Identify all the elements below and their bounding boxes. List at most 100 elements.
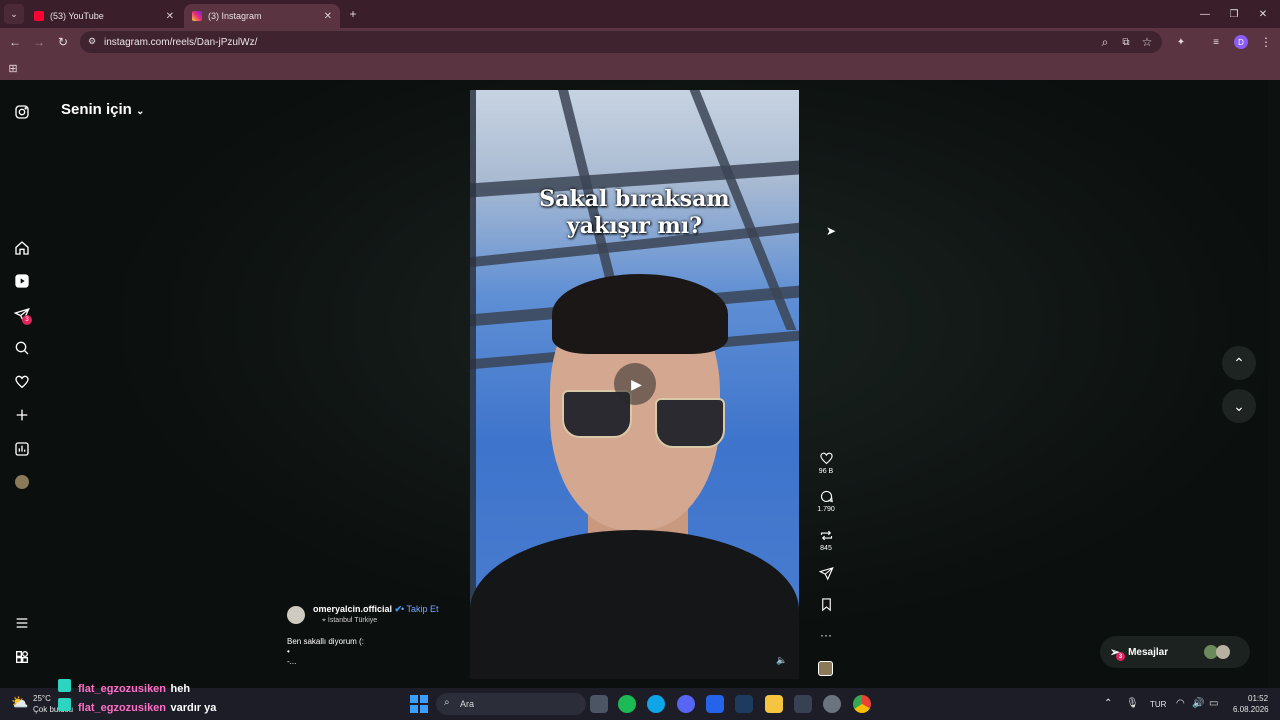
person-shirt bbox=[470, 530, 799, 679]
feed-label: Senin için bbox=[61, 101, 132, 118]
reels-icon[interactable] bbox=[12, 271, 32, 291]
also-from-meta-icon[interactable] bbox=[12, 647, 32, 667]
chevron-down-icon: ⌄ bbox=[136, 106, 145, 117]
tab-label: (3) Instagram bbox=[208, 11, 262, 21]
media-control-icon[interactable]: ≡ bbox=[1206, 32, 1226, 52]
window-close-icon[interactable]: ✕ bbox=[1253, 4, 1273, 24]
extensions-icon[interactable]: ✦ bbox=[1171, 32, 1191, 52]
forward-icon[interactable]: → bbox=[29, 32, 49, 52]
previous-reel-button[interactable]: ⌃ bbox=[1222, 346, 1256, 380]
reel-video[interactable]: Sakal bıraksam yakışır mı? ▶ 🔈 bbox=[470, 90, 799, 679]
home-icon[interactable] bbox=[12, 238, 32, 258]
battery-icon[interactable]: ▭ bbox=[1209, 698, 1218, 709]
user-avatar[interactable] bbox=[287, 606, 305, 624]
volume-icon[interactable]: 🔈 bbox=[776, 655, 787, 666]
tab-youtube[interactable]: (53) YouTube ✕ bbox=[26, 4, 182, 28]
clock-time[interactable]: 01:52 bbox=[1248, 694, 1268, 703]
tab-search-icon[interactable]: ⌄ bbox=[4, 4, 24, 24]
bookmarks-bar bbox=[0, 56, 1280, 80]
install-app-icon[interactable]: ⧉ bbox=[1116, 32, 1136, 52]
share-icon bbox=[818, 566, 834, 581]
apps-grid-icon[interactable]: ⊞ bbox=[3, 58, 23, 78]
caption-line: Sakal bıraksam bbox=[539, 186, 730, 212]
scrollbar[interactable] bbox=[1268, 80, 1280, 688]
spotify-icon[interactable] bbox=[618, 695, 636, 713]
address-bar[interactable]: ⚙ instagram.com/reels/Dan-jPzulWz/ bbox=[80, 31, 1162, 53]
direct-messages-icon: ➢ 3 bbox=[1110, 645, 1125, 661]
new-tab-icon[interactable]: + bbox=[343, 4, 363, 24]
windows-start-icon[interactable] bbox=[410, 695, 428, 713]
follow-button[interactable]: • Takip Et bbox=[401, 604, 439, 614]
person-hair bbox=[552, 274, 728, 354]
search-placeholder: Ara bbox=[460, 699, 475, 709]
like-button[interactable]: 96 B bbox=[812, 451, 840, 475]
username: omeryalcin.official bbox=[313, 604, 393, 614]
messages-button[interactable]: ➢ 3 Mesajlar bbox=[1100, 636, 1250, 668]
direct-messages-icon[interactable]: 3 bbox=[12, 305, 32, 325]
chat-message: flat_egzozusiken vardır ya bbox=[78, 698, 216, 716]
chrome-icon[interactable] bbox=[853, 695, 871, 713]
menu-icon[interactable]: ⋮ bbox=[1256, 32, 1276, 52]
back-icon[interactable]: ← bbox=[5, 32, 25, 52]
location-text: İstanbul Türkiye bbox=[327, 617, 378, 624]
steam-icon[interactable] bbox=[735, 695, 753, 713]
chat-text: heh bbox=[170, 683, 191, 695]
reload-icon[interactable]: ↻ bbox=[53, 32, 73, 52]
language-indicator[interactable]: TUR bbox=[1150, 700, 1166, 709]
tab-label: (53) YouTube bbox=[50, 11, 104, 21]
bookmark-star-icon[interactable]: ☆ bbox=[1137, 32, 1157, 52]
heart-icon[interactable] bbox=[12, 372, 32, 392]
taskbar-search[interactable]: ⌕ Ara bbox=[436, 693, 586, 715]
youtube-icon bbox=[34, 11, 44, 21]
profile-avatar[interactable] bbox=[15, 475, 29, 489]
close-icon[interactable]: ✕ bbox=[324, 11, 332, 22]
profile-avatar[interactable]: D bbox=[1234, 35, 1248, 49]
file-explorer-icon[interactable] bbox=[765, 695, 783, 713]
save-button[interactable] bbox=[812, 597, 840, 612]
instagram-logo-icon[interactable] bbox=[12, 102, 32, 122]
search-icon[interactable] bbox=[12, 338, 32, 358]
sunglasses-lens-right bbox=[655, 398, 725, 448]
description-line: • bbox=[287, 647, 290, 656]
chevron-up-icon[interactable]: ⌃ bbox=[1104, 698, 1112, 709]
create-plus-icon[interactable] bbox=[12, 405, 32, 425]
weather-icon[interactable]: ⛅ bbox=[11, 694, 28, 711]
contact-avatar bbox=[1216, 645, 1230, 659]
minimize-icon[interactable]: — bbox=[1195, 4, 1215, 24]
repost-button[interactable]: 845 bbox=[812, 528, 840, 552]
location-tag[interactable]: ⌖ İstanbul Türkiye bbox=[322, 617, 377, 625]
comment-button[interactable]: 1.790 bbox=[812, 489, 840, 513]
close-icon[interactable]: ✕ bbox=[166, 11, 174, 22]
audio-thumbnail[interactable] bbox=[818, 661, 833, 676]
description-line: -... bbox=[287, 657, 297, 666]
chat-username: flat_egzozusiken bbox=[78, 683, 167, 695]
share-button[interactable] bbox=[812, 566, 840, 581]
more-options-icon[interactable]: ··· bbox=[812, 628, 840, 642]
microsoft-store-icon[interactable] bbox=[794, 695, 812, 713]
play-button[interactable]: ▶ bbox=[614, 363, 656, 405]
username-link[interactable]: omeryalcin.official ✔ bbox=[313, 604, 402, 615]
volume-icon[interactable]: 🔊 bbox=[1192, 698, 1204, 709]
dashboard-icon[interactable] bbox=[12, 439, 32, 459]
next-reel-button[interactable]: ⌄ bbox=[1222, 389, 1256, 423]
app-icon[interactable] bbox=[823, 695, 841, 713]
tab-instagram[interactable]: (3) Instagram ✕ bbox=[184, 4, 340, 28]
feed-selector[interactable]: Senin için ⌄ bbox=[61, 101, 144, 118]
wifi-icon[interactable]: ◠ bbox=[1176, 698, 1185, 709]
clock-date[interactable]: 6.08.2026 bbox=[1233, 705, 1269, 714]
restore-icon[interactable]: ❐ bbox=[1224, 4, 1244, 24]
site-info-icon[interactable]: ⚙ bbox=[88, 36, 96, 47]
play-icon: ▶ bbox=[631, 375, 642, 392]
video-caption: Sakal bıraksam yakışır mı? bbox=[470, 186, 799, 240]
post-description[interactable]: Ben sakallı diyorum (: • -... bbox=[287, 637, 364, 667]
microphone-icon[interactable]: 🎙 bbox=[1126, 698, 1139, 709]
hamburger-menu-icon[interactable] bbox=[12, 613, 32, 633]
task-view-icon[interactable] bbox=[590, 695, 608, 713]
comment-icon bbox=[820, 490, 833, 503]
edge-icon[interactable] bbox=[647, 695, 665, 713]
store-icon[interactable] bbox=[706, 695, 724, 713]
zoom-icon[interactable]: ⌕ bbox=[1095, 32, 1115, 52]
chat-message: flat_egzozusiken heh bbox=[78, 679, 190, 697]
discord-icon[interactable] bbox=[677, 695, 695, 713]
mouse-cursor-icon: ➤ bbox=[826, 224, 837, 238]
